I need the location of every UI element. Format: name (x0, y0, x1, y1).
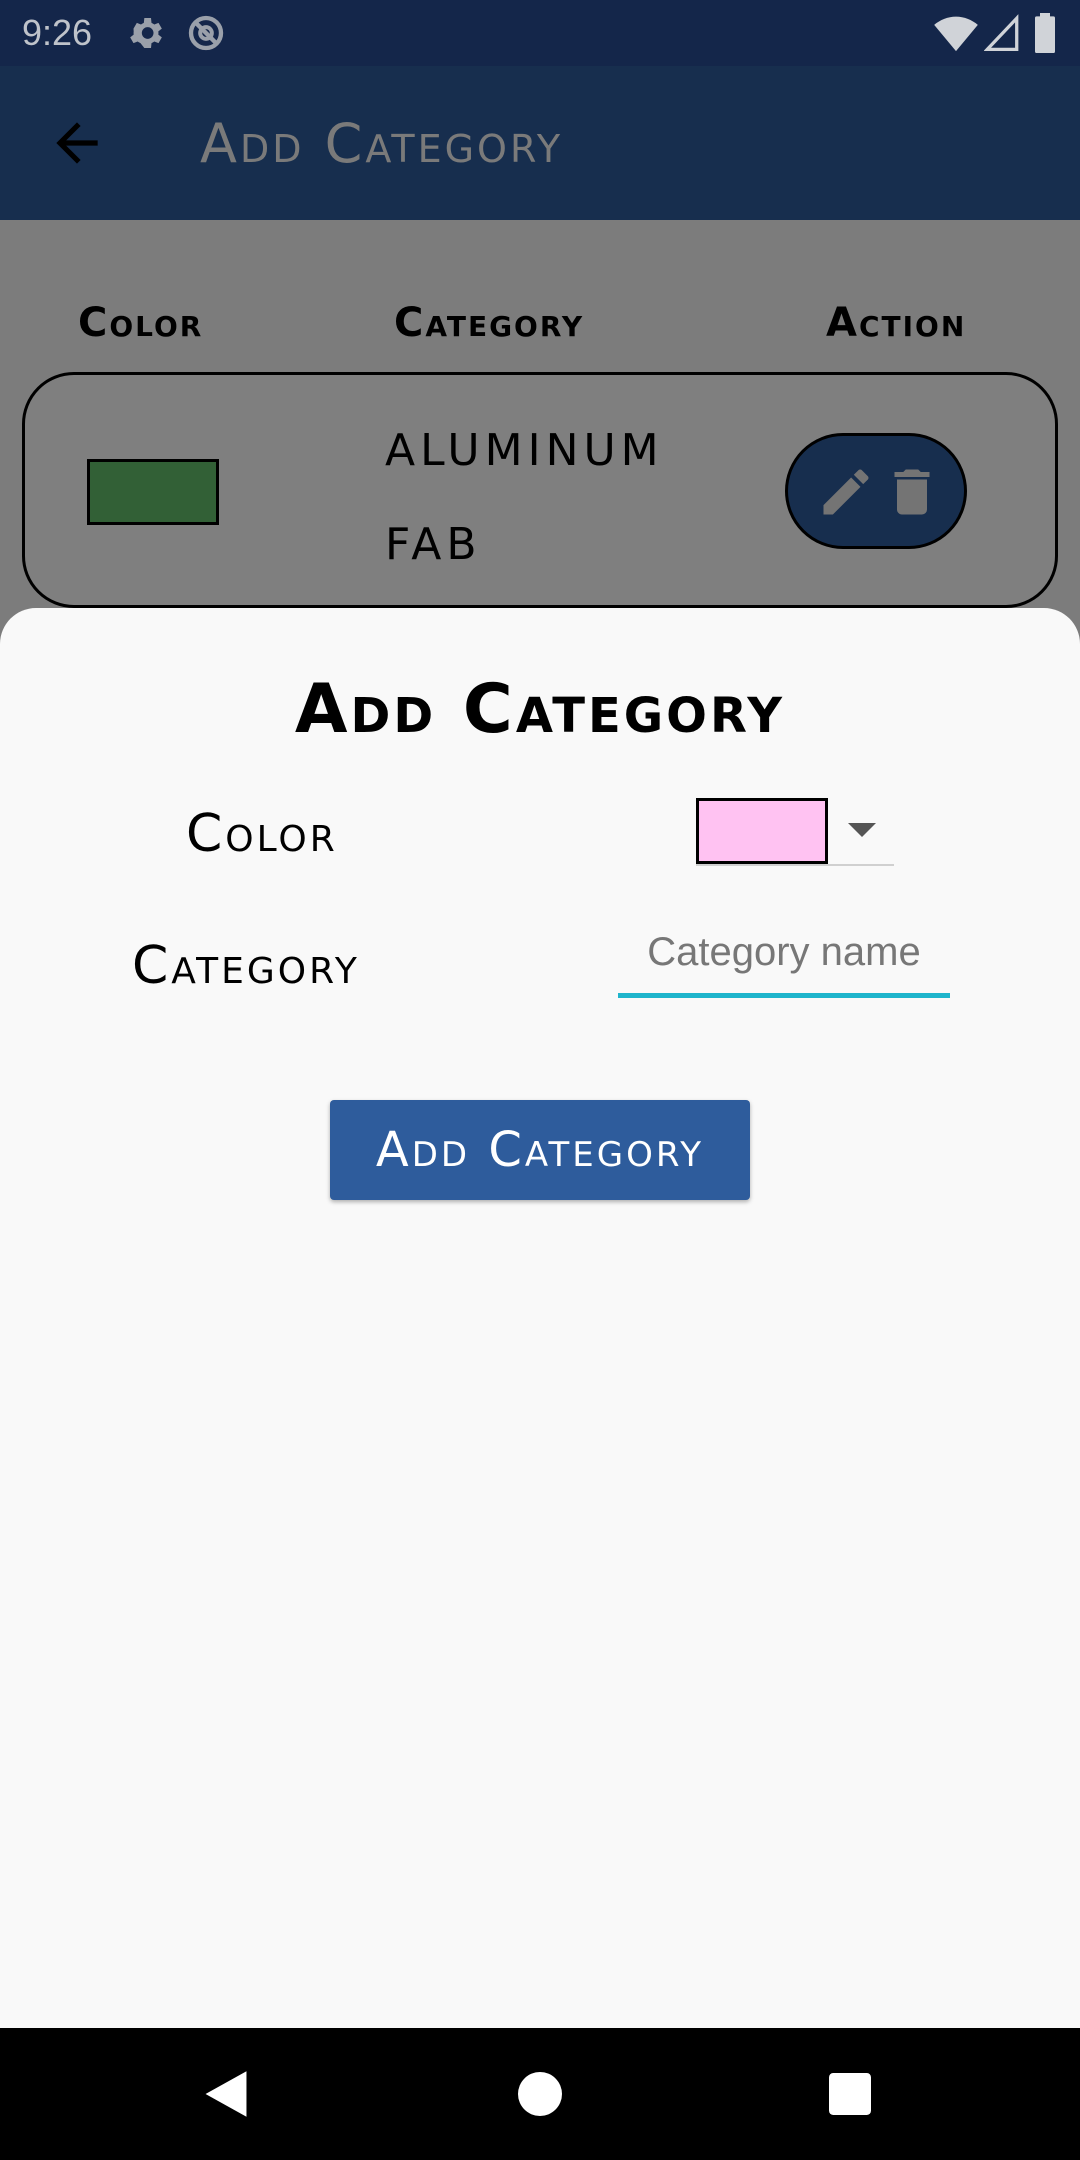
color-label: Color (186, 804, 338, 864)
nav-home-button[interactable] (470, 2028, 610, 2160)
add-category-sheet: Add Category Color Category Add Category (0, 608, 1080, 2028)
wifi-icon (934, 13, 978, 57)
battery-icon (1034, 13, 1056, 57)
nav-back-button[interactable] (156, 2028, 296, 2160)
color-dropdown[interactable] (696, 798, 894, 866)
add-category-button[interactable]: Add Category (330, 1100, 750, 1200)
nav-recents-icon (829, 2073, 871, 2115)
sync-disabled-icon (186, 13, 226, 57)
status-time: 9:26 (22, 12, 93, 53)
status-bar: 9:26 (0, 0, 1080, 66)
navigation-bar (0, 2028, 1080, 2160)
nav-back-icon (205, 2071, 247, 2117)
nav-recents-button[interactable] (780, 2028, 920, 2160)
category-label: Category (132, 936, 360, 996)
sheet-title: Add Category (294, 670, 786, 749)
nav-home-icon (518, 2072, 562, 2116)
dropdown-arrow-icon (848, 823, 876, 837)
category-name-input[interactable] (618, 912, 950, 998)
settings-icon (126, 13, 166, 57)
selected-color-swatch (696, 798, 828, 864)
cell-signal-icon (983, 13, 1020, 57)
